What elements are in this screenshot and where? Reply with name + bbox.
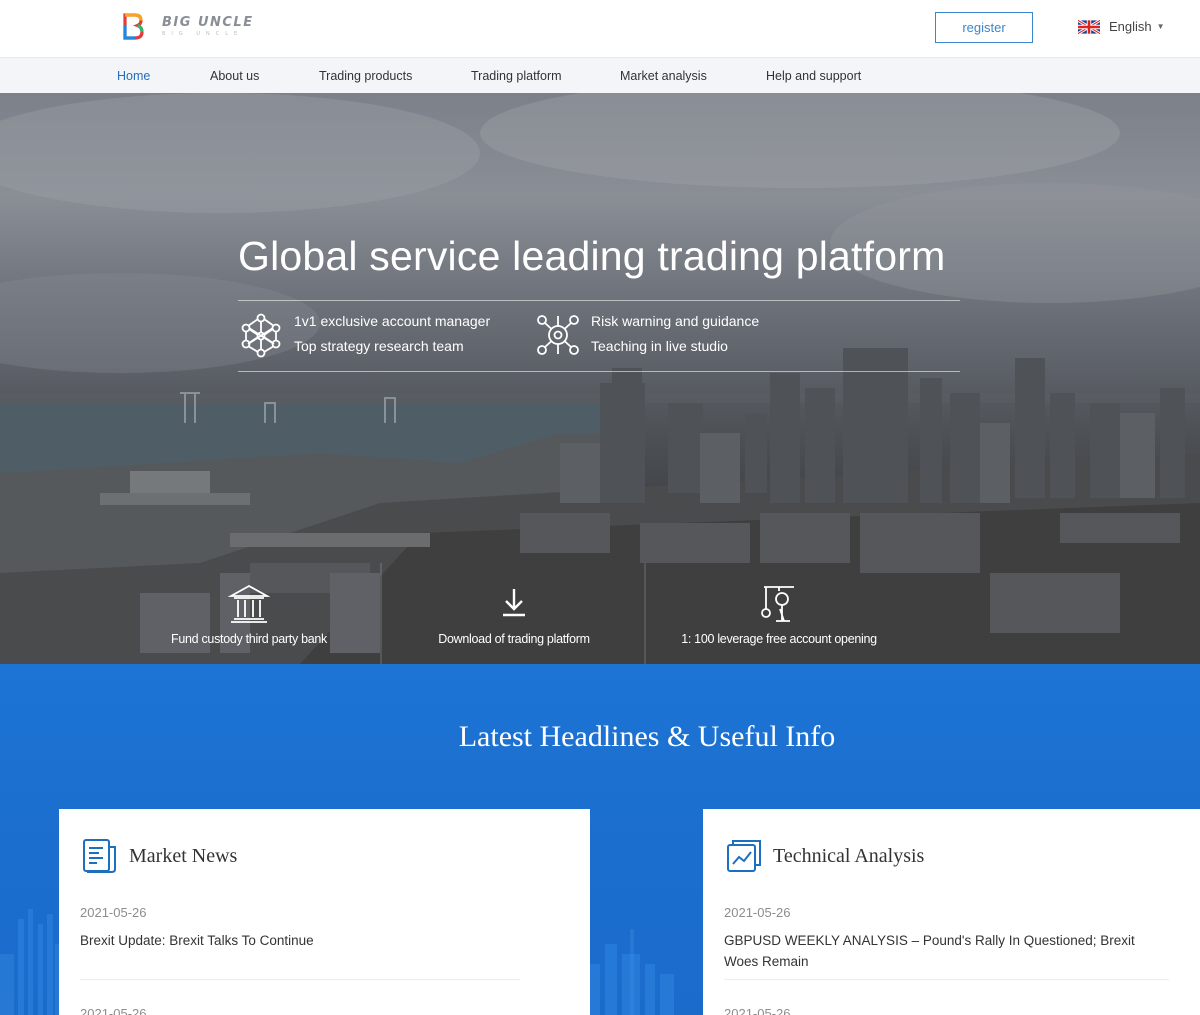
news-icon (83, 839, 116, 873)
technical-analysis-divider (724, 979, 1169, 980)
feature-leverage-account[interactable]: 1: 100 leverage free account opening (649, 583, 909, 646)
market-news-card: Market News 2021-05-26 Brexit Update: Br… (59, 809, 590, 1015)
chart-icon (727, 840, 761, 872)
technical-analysis-date: 2021-05-26 (724, 905, 791, 920)
hub-icon (537, 315, 579, 355)
brand-logo[interactable]: BIG UNCLE BIG UNCLE (122, 12, 254, 40)
feature-block-1: 1v1 exclusive account manager Top strate… (238, 313, 490, 358)
feature-2-line-1: Risk warning and guidance (591, 313, 760, 329)
headlines-title: Latest Headlines & Useful Info (458, 720, 836, 753)
bank-icon (228, 584, 270, 623)
nav-item-market-analysis[interactable]: Market analysis (620, 58, 707, 94)
feature-1-line-1: 1v1 exclusive account manager (294, 313, 491, 329)
feature-1-line-2: Top strategy research team (294, 338, 464, 354)
headlines-section: Latest Headlines & Useful Info Market Ne… (0, 664, 1200, 1015)
market-news-divider (80, 979, 520, 980)
nav-item-trading-platform[interactable]: Trading platform (471, 58, 562, 94)
nav-item-about-us[interactable]: About us (210, 58, 259, 94)
hero-title: Global service leading trading platform (238, 233, 946, 279)
network-icon (241, 313, 281, 358)
market-news-next-date: 2021-05-26 (80, 1006, 147, 1015)
technical-analysis-next-date: 2021-05-26 (724, 1006, 791, 1015)
feature-2-line-2: Teaching in live studio (591, 338, 728, 354)
register-button[interactable]: register (935, 12, 1033, 43)
brand-subtitle: BIG UNCLE (162, 30, 244, 37)
feature-download-platform[interactable]: Download of trading platform (384, 583, 644, 646)
nav-item-help-support[interactable]: Help and support (766, 58, 861, 94)
market-news-date: 2021-05-26 (80, 905, 147, 920)
brand-name: BIG UNCLE (162, 14, 254, 30)
technical-analysis-card: Technical Analysis 2021-05-26 GBPUSD WEE… (703, 809, 1200, 1015)
nav-item-trading-products[interactable]: Trading products (319, 58, 412, 94)
hero-divider-top (238, 300, 960, 301)
hero-divider-bottom (238, 371, 960, 372)
download-icon (503, 589, 525, 617)
leverage-account-label: 1: 100 leverage free account opening (681, 632, 877, 646)
language-label: English (1109, 19, 1152, 34)
main-nav: Home About us Trading products Trading p… (0, 57, 1200, 93)
download-platform-label: Download of trading platform (438, 632, 590, 646)
city-skyline-background (0, 93, 1200, 664)
language-selector[interactable]: English ▼ (1078, 19, 1165, 34)
technical-analysis-headline-link[interactable]: GBPUSD WEEKLY ANALYSIS – Pound's Rally I… (724, 930, 1169, 972)
uk-flag-icon (1078, 19, 1100, 34)
bank-custody-label: Fund custody third party bank (171, 632, 327, 646)
leverage-icon (761, 586, 794, 622)
nav-item-home[interactable]: Home (117, 58, 150, 94)
market-news-title: Market News (129, 844, 238, 867)
technical-analysis-title: Technical Analysis (773, 844, 925, 867)
market-news-headline-link[interactable]: Brexit Update: Brexit Talks To Continue (80, 930, 520, 951)
feature-block-2: Risk warning and guidance Teaching in li… (535, 313, 759, 358)
feature-bank-custody[interactable]: Fund custody third party bank (119, 583, 379, 646)
top-header: BIG UNCLE BIG UNCLE register English ▼ (0, 0, 1200, 57)
logo-mark-icon (123, 13, 144, 40)
hero-banner: Global service leading trading platform … (0, 93, 1200, 664)
chevron-down-icon: ▼ (1156, 22, 1165, 31)
